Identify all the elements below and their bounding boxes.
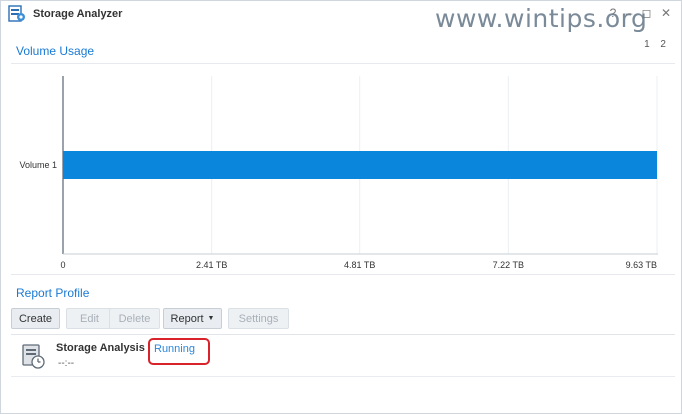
status-badge: Running — [154, 343, 195, 355]
volume-usage-chart-box: 0 2.41 TB 4.81 TB 7.22 TB 9.63 TB Volume 1 — [11, 63, 675, 275]
y-category-label: Volume 1 — [19, 160, 57, 170]
delete-button[interactable]: Delete — [109, 308, 160, 329]
window-controls: ? – ◻ ✕ — [604, 6, 671, 20]
report-name[interactable]: Storage Analysis — [56, 342, 145, 354]
report-task-icon — [22, 344, 45, 369]
x-tick-label: 7.22 TB — [493, 260, 524, 270]
report-dropdown-button[interactable]: Report ▼ — [163, 308, 222, 329]
help-icon[interactable]: ? — [610, 6, 617, 20]
report-profile-title: Report Profile — [16, 286, 90, 300]
storage-analyzer-window: Storage Analyzer www.wintips.org ? – ◻ ✕… — [0, 0, 682, 414]
page-badges: 1 2 — [644, 39, 670, 50]
x-tick-label: 9.63 TB — [626, 260, 657, 270]
edit-button[interactable]: Edit — [66, 308, 113, 329]
report-button-label: Report — [170, 312, 204, 325]
settings-button[interactable]: Settings — [228, 308, 289, 329]
window-title: Storage Analyzer — [33, 8, 123, 20]
caret-down-icon: ▼ — [207, 315, 215, 322]
title-bar[interactable]: Storage Analyzer www.wintips.org ? – ◻ ✕ — [1, 1, 681, 33]
x-tick-label: 2.41 TB — [196, 260, 227, 270]
minimize-icon[interactable]: – — [626, 6, 633, 20]
x-tick-label: 0 — [60, 260, 65, 270]
volume-usage-title: Volume Usage — [16, 44, 95, 58]
storage-analyzer-app-icon — [8, 5, 25, 22]
list-divider — [11, 334, 675, 335]
maximize-icon[interactable]: ◻ — [642, 6, 652, 20]
x-tick-label: 4.81 TB — [344, 260, 375, 270]
volume-bar[interactable] — [63, 151, 657, 179]
report-time: --:-- — [58, 358, 75, 369]
list-row-divider — [11, 376, 675, 377]
close-icon[interactable]: ✕ — [661, 6, 671, 20]
create-button[interactable]: Create — [11, 308, 60, 329]
volume-usage-chart: 0 2.41 TB 4.81 TB 7.22 TB 9.63 TB Volume 1 — [19, 76, 658, 270]
